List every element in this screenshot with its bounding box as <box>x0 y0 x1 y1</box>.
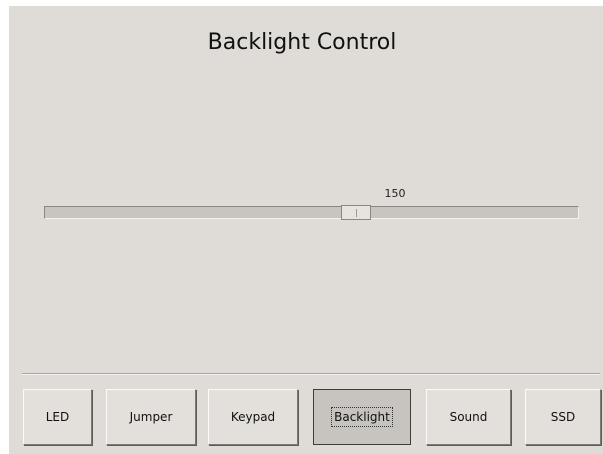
slider-value-label: 150 <box>384 187 406 200</box>
page-title: Backlight Control <box>207 30 397 55</box>
keypad-tab-button[interactable]: Keypad <box>208 389 298 445</box>
backlight-tab-label: Backlight <box>331 407 393 427</box>
sound-tab-label: Sound <box>449 410 488 424</box>
backlight-tab-button[interactable]: Backlight <box>313 389 411 445</box>
jumper-tab-label: Jumper <box>129 410 173 424</box>
separator-line <box>22 373 600 375</box>
sound-tab-button[interactable]: Sound <box>426 389 511 445</box>
led-tab-label: LED <box>45 410 70 424</box>
ssd-tab-label: SSD <box>550 410 576 424</box>
main-panel <box>9 6 603 454</box>
backlight-slider-track[interactable] <box>44 206 579 219</box>
backlight-slider-handle[interactable] <box>341 205 372 220</box>
ssd-tab-button[interactable]: SSD <box>525 389 601 445</box>
keypad-tab-label: Keypad <box>230 410 276 424</box>
jumper-tab-button[interactable]: Jumper <box>106 389 196 445</box>
app-window: Backlight Control 150 LED Jumper Keypad … <box>0 0 603 454</box>
led-tab-button[interactable]: LED <box>23 389 92 445</box>
